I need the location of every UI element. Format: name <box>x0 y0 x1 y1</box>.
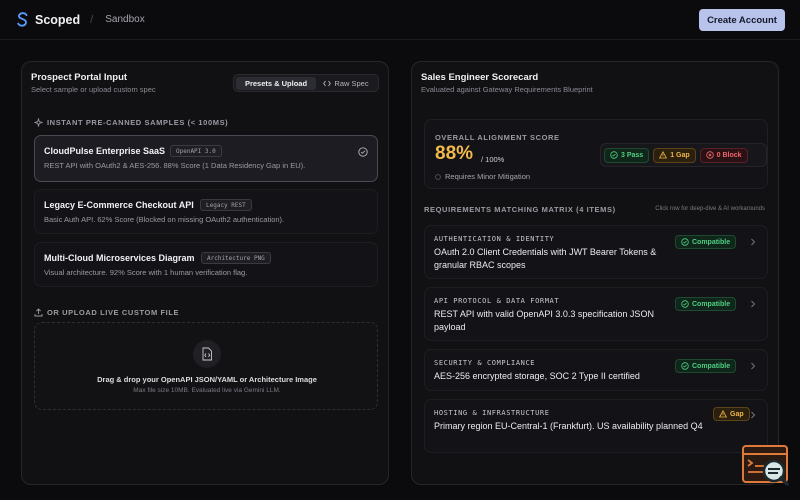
chevron-right-icon <box>751 300 756 308</box>
status-badge: Compatible <box>675 359 737 373</box>
chevron-right-icon <box>751 362 756 370</box>
sample-title: Legacy E-Commerce Checkout API <box>44 200 194 210</box>
brand-name: Scoped <box>35 12 81 27</box>
warning-icon <box>719 410 727 418</box>
matrix-label: REQUIREMENTS MATCHING MATRIX (4 ITEMS) <box>424 205 616 214</box>
logo[interactable]: Scoped <box>16 12 80 27</box>
status-text: Compatible <box>692 300 731 308</box>
chevron-right-icon <box>751 238 756 246</box>
breadcrumb-sandbox[interactable]: Sandbox <box>105 14 144 25</box>
panel-title: Prospect Portal Input <box>31 72 128 83</box>
matrix-hint: Click row for deep-dive & AI workarounds <box>655 206 765 212</box>
requirement-category: AUTHENTICATION & IDENTITY <box>434 235 555 243</box>
panel-subtitle: Evaluated against Gateway Requirements B… <box>421 85 593 94</box>
tab-label: Presets & Upload <box>244 78 308 88</box>
sample-card-multicloud[interactable]: Multi-Cloud Microservices Diagram Archit… <box>34 242 378 287</box>
sample-tag: Architecture PNG <box>201 252 271 264</box>
status-text: Gap <box>730 410 744 418</box>
file-dropzone[interactable]: Drag & drop your OpenAPI JSON/YAML or Ar… <box>34 322 378 410</box>
inspect-widget-icon[interactable] <box>742 444 790 486</box>
tab-raw-spec[interactable]: Raw Spec <box>316 77 376 90</box>
requirement-category: API PROTOCOL & DATA FORMAT <box>434 297 560 305</box>
gap-count: 1 Gap <box>670 151 690 159</box>
file-code-icon <box>193 340 221 368</box>
status-text: Compatible <box>692 238 731 246</box>
sample-description: Basic Auth API. 62% Score (Blocked on mi… <box>44 215 285 224</box>
breadcrumb-separator: / <box>90 13 94 26</box>
requirement-text: REST API with valid OpenAPI 3.0.3 specif… <box>434 309 654 332</box>
sample-card-legacy[interactable]: Legacy E-Commerce Checkout API Legacy RE… <box>34 189 378 234</box>
upload-label-text: OR UPLOAD LIVE CUSTOM FILE <box>47 308 180 317</box>
status-text: Compatible <box>692 362 731 370</box>
score-badges: 3 Pass 1 Gap 0 Block <box>600 143 767 167</box>
code-icon <box>323 80 332 86</box>
check-circle-icon <box>610 151 618 159</box>
dropzone-title: Drag & drop your OpenAPI JSON/YAML or Ar… <box>97 375 317 384</box>
x-circle-icon <box>705 151 714 159</box>
prospect-portal-panel: Prospect Portal Input Select sample or u… <box>21 61 389 485</box>
warning-icon <box>659 151 668 159</box>
pass-count: 3 Pass <box>621 151 644 159</box>
score-label: OVERALL ALIGNMENT SCORE <box>435 133 560 142</box>
sample-description: REST API with OAuth2 & AES-256. 88% Scor… <box>44 161 306 170</box>
sample-title: Multi-Cloud Microservices Diagram <box>44 253 195 263</box>
tab-presets-upload[interactable]: Presets & Upload <box>236 76 316 90</box>
chevron-right-icon <box>751 411 756 419</box>
info-dot-icon <box>435 173 441 180</box>
sparkle-icon <box>34 118 43 127</box>
requirement-text: AES-256 encrypted storage, SOC 2 Type II… <box>434 371 640 381</box>
status-badge: Compatible <box>675 235 737 249</box>
samples-section-label: INSTANT PRE-CANNED SAMPLES (< 100MS) <box>34 118 228 127</box>
panel-subtitle: Select sample or upload custom spec <box>31 85 156 94</box>
block-count: 0 Block <box>716 151 742 159</box>
input-mode-tabs: Presets & Upload Raw Spec <box>233 74 379 92</box>
requirement-row-security[interactable]: SECURITY & COMPLIANCE AES-256 encrypted … <box>424 349 768 391</box>
score-note: Requires Minor Mitigation <box>435 172 530 181</box>
requirement-category: SECURITY & COMPLIANCE <box>434 359 536 367</box>
check-circle-icon <box>681 300 689 308</box>
gap-badge: 1 Gap <box>653 147 696 163</box>
sample-tag: OpenAPI 3.0 <box>170 145 222 157</box>
create-account-button[interactable]: Create Account <box>699 9 785 31</box>
samples-label-text: INSTANT PRE-CANNED SAMPLES (< 100MS) <box>47 118 229 127</box>
score-max: / 100% <box>481 155 505 164</box>
tab-label: Raw Spec <box>334 78 369 88</box>
sample-tag: Legacy REST <box>200 199 252 211</box>
status-badge: Compatible <box>675 297 737 311</box>
dropzone-subtitle: Max file size 10MB. Evaluated live via G… <box>133 387 281 394</box>
panel-title: Sales Engineer Scorecard <box>421 72 539 83</box>
check-circle-icon <box>358 147 368 157</box>
pass-badge: 3 Pass <box>604 147 650 163</box>
requirement-text: Primary region EU-Central-1 (Frankfurt).… <box>434 421 703 431</box>
requirement-text: OAuth 2.0 Client Credentials with JWT Be… <box>434 247 657 270</box>
upload-section-label: OR UPLOAD LIVE CUSTOM FILE <box>34 308 179 317</box>
scorecard-panel: Sales Engineer Scorecard Evaluated again… <box>411 61 779 485</box>
score-note-text: Requires Minor Mitigation <box>445 172 531 181</box>
sample-description: Visual architecture. 92% Score with 1 hu… <box>44 268 248 277</box>
score-value: 88% <box>435 143 474 164</box>
sample-title: CloudPulse Enterprise SaaS <box>44 146 166 156</box>
requirement-row-protocol[interactable]: API PROTOCOL & DATA FORMAT REST API with… <box>424 287 768 341</box>
alignment-score-card: OVERALL ALIGNMENT SCORE 88% / 100% Requi… <box>424 119 768 189</box>
requirement-row-hosting[interactable]: HOSTING & INFRASTRUCTURE Primary region … <box>424 399 768 453</box>
check-circle-icon <box>681 362 689 370</box>
requirement-row-auth[interactable]: AUTHENTICATION & IDENTITY OAuth 2.0 Clie… <box>424 225 768 279</box>
sample-card-cloudpulse[interactable]: CloudPulse Enterprise SaaS OpenAPI 3.0 R… <box>34 135 378 182</box>
upload-icon <box>34 308 43 317</box>
block-badge: 0 Block <box>699 147 748 163</box>
check-circle-icon <box>681 238 689 246</box>
scoped-logo-icon <box>17 12 28 27</box>
top-bar: Scoped / Sandbox Create Account <box>0 0 800 40</box>
requirement-category: HOSTING & INFRASTRUCTURE <box>434 409 550 417</box>
status-badge: Gap <box>713 407 750 421</box>
